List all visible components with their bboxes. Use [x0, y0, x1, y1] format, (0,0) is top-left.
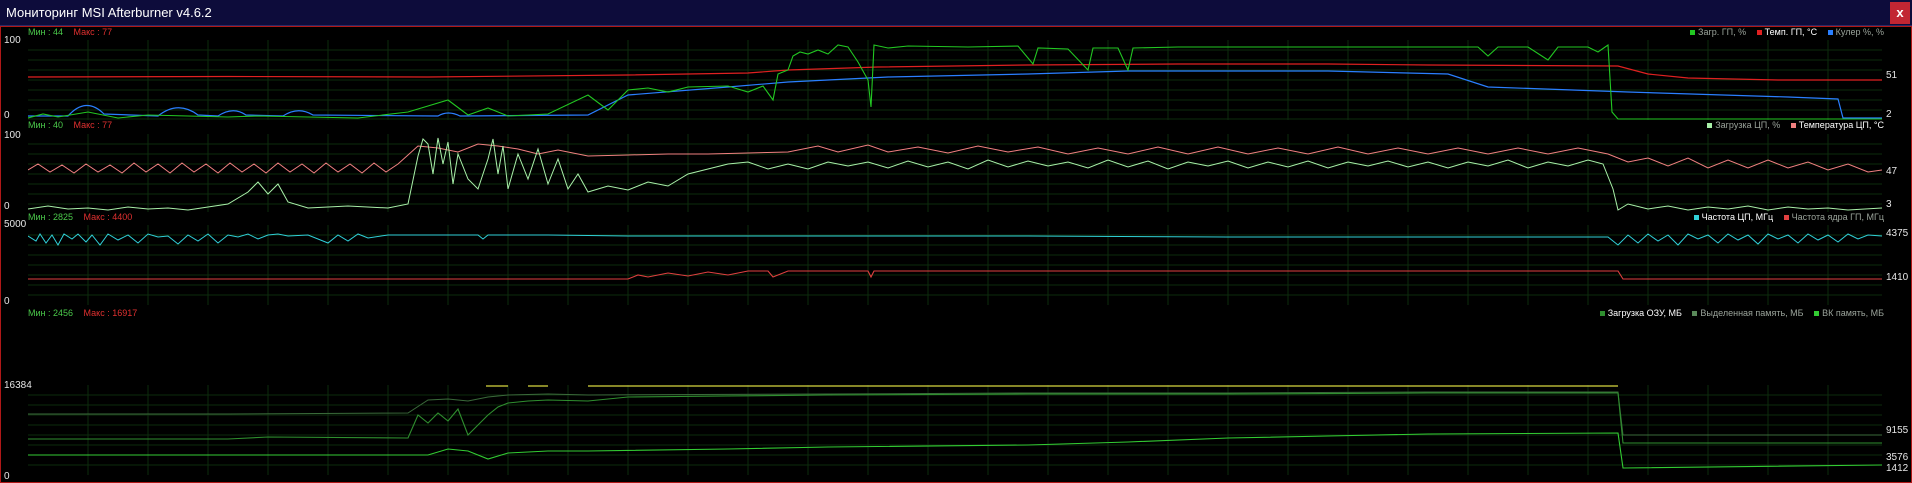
- legend-label: Температура ЦП, °С: [1798, 120, 1884, 130]
- min-max-readout: Мин : 44 Макс : 77: [28, 27, 112, 37]
- max-label: Макс : 16917: [83, 308, 138, 318]
- clock-graph[interactable]: [28, 225, 1882, 305]
- grid: [28, 385, 1882, 475]
- min-max-readout: Мин : 40 Макс : 77: [28, 120, 112, 130]
- min-label: Мин : 40: [28, 120, 64, 130]
- window-title: Мониторинг MSI Afterburner v4.6.2: [6, 5, 212, 20]
- legend-label: Частота ЦП, МГц: [1701, 212, 1774, 222]
- legend-swatch: [1783, 215, 1789, 221]
- right-value: 9155: [1886, 425, 1909, 436]
- legend-swatch: [1707, 123, 1713, 129]
- clock-panel: Мин : 2825 Макс : 4400 5000 0 Частота ЦП…: [0, 212, 1912, 308]
- right-value: 2: [1886, 109, 1892, 120]
- legend-item[interactable]: ВК память, МБ: [1814, 308, 1884, 318]
- min-label: Мин : 2456: [28, 308, 74, 318]
- close-button[interactable]: x: [1890, 2, 1910, 24]
- legend-item[interactable]: Темп. ГП, °С: [1756, 27, 1818, 37]
- legend-item[interactable]: Загрузка ОЗУ, МБ: [1599, 308, 1682, 318]
- legend-item[interactable]: Загрузка ЦП, %: [1707, 120, 1780, 130]
- vram-usage-series: [28, 432, 1882, 469]
- right-value: 3576: [1886, 452, 1909, 463]
- legend-swatch: [1814, 311, 1820, 317]
- allocated-memory-series: [28, 391, 1882, 436]
- legend-label: Загрузка ЦП, %: [1715, 120, 1781, 130]
- legend-item[interactable]: Температура ЦП, °С: [1790, 120, 1884, 130]
- max-label: Макс : 77: [73, 27, 113, 37]
- legend-item[interactable]: Выделенная память, МБ: [1692, 308, 1804, 318]
- legend: Загрузка ЦП, % Температура ЦП, °С: [1699, 120, 1884, 130]
- right-value: 1410: [1886, 272, 1909, 283]
- legend-label: Темп. ГП, °С: [1764, 27, 1818, 37]
- legend-swatch: [1690, 30, 1696, 36]
- gpu-panel: Мин : 44 Макс : 77 100 0 Загр. ГП, % Тем…: [0, 27, 1912, 121]
- gpu-temp-series: [28, 63, 1882, 81]
- y-axis-bottom-label: 0: [4, 471, 10, 482]
- min-max-readout: Мин : 2825 Макс : 4400: [28, 212, 132, 222]
- legend-label: Загр. ГП, %: [1698, 27, 1747, 37]
- legend-swatch: [1599, 311, 1605, 317]
- legend-item[interactable]: Кулер %, %: [1827, 27, 1884, 37]
- grid: [28, 134, 1882, 212]
- min-max-readout: Мин : 2456 Макс : 16917: [28, 308, 137, 318]
- title-bar: Мониторинг MSI Afterburner v4.6.2 x: [0, 0, 1912, 26]
- legend-item[interactable]: Загр. ГП, %: [1690, 27, 1746, 37]
- max-label: Макс : 77: [73, 120, 113, 130]
- cpu-clock-series: [28, 233, 1882, 247]
- legend-label: Кулер %, %: [1835, 27, 1884, 37]
- cpu-temp-series: [28, 143, 1882, 174]
- y-axis-bottom-label: 0: [4, 201, 10, 212]
- gpu-fan-series: [28, 70, 1882, 119]
- min-label: Мин : 44: [28, 27, 64, 37]
- cpu-panel: Мин : 40 Макс : 77 100 0 Загрузка ЦП, % …: [0, 120, 1912, 212]
- legend: Загрузка ОЗУ, МБ Выделенная память, МБ В…: [1592, 308, 1884, 318]
- cpu-graph[interactable]: [28, 134, 1882, 212]
- right-value: 4375: [1886, 228, 1909, 239]
- legend-swatch: [1756, 30, 1762, 36]
- legend-swatch: [1693, 215, 1699, 221]
- gpu-graph[interactable]: [28, 40, 1882, 120]
- y-axis-top-label: 5000: [4, 219, 27, 230]
- max-label: Макс : 4400: [83, 212, 133, 222]
- right-value: 47: [1886, 166, 1898, 177]
- memory-panel: Мин : 2456 Макс : 16917 16384 0 Загрузка…: [0, 308, 1912, 483]
- memory-graph[interactable]: [28, 385, 1882, 475]
- y-axis-top-label: 100: [4, 130, 21, 141]
- legend: Загр. ГП, % Темп. ГП, °С Кулер %, %: [1682, 27, 1884, 37]
- legend-label: Загрузка ОЗУ, МБ: [1607, 308, 1682, 318]
- legend-swatch: [1692, 311, 1698, 317]
- right-value: 3: [1886, 199, 1892, 210]
- legend-label: Частота ядра ГП, МГц: [1791, 212, 1884, 222]
- right-value: 51: [1886, 70, 1898, 81]
- legend-swatch: [1790, 123, 1796, 129]
- right-value: 1412: [1886, 463, 1909, 474]
- legend-label: ВК память, МБ: [1822, 308, 1884, 318]
- grid: [28, 40, 1882, 120]
- gpu-load-series: [28, 43, 1882, 120]
- legend: Частота ЦП, МГц Частота ядра ГП, МГц: [1686, 212, 1884, 222]
- y-axis-bottom-label: 0: [4, 296, 10, 307]
- legend-item[interactable]: Частота ЦП, МГц: [1693, 212, 1774, 222]
- legend-swatch: [1827, 30, 1833, 36]
- legend-item[interactable]: Частота ядра ГП, МГц: [1783, 212, 1884, 222]
- legend-label: Выделенная память, МБ: [1700, 308, 1804, 318]
- min-label: Мин : 2825: [28, 212, 74, 222]
- y-axis-top-label: 100: [4, 35, 21, 46]
